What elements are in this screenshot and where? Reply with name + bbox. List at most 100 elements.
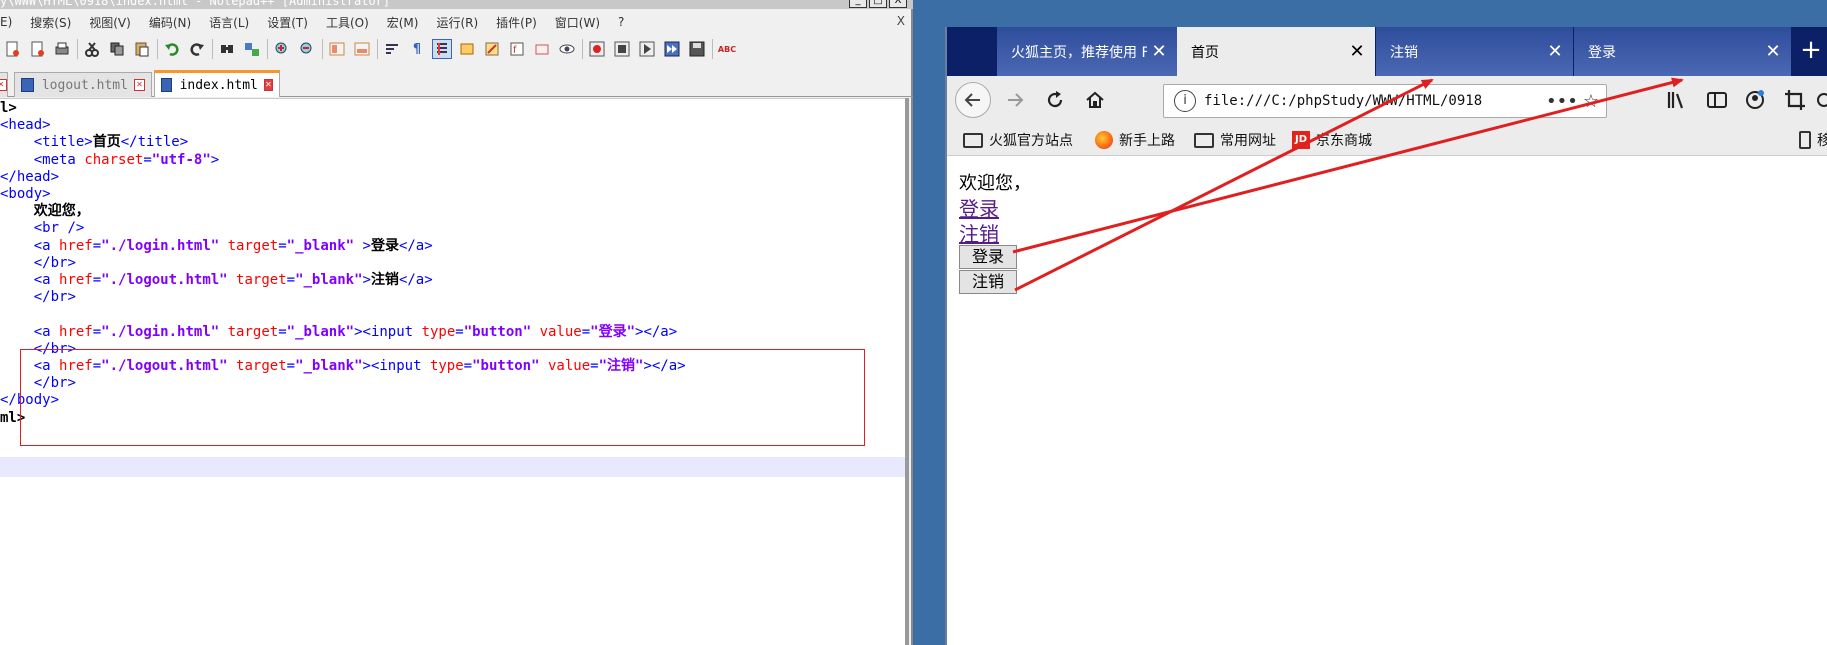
bookmark-label: 京东商城 <box>1316 133 1372 149</box>
toolbar-separator <box>267 39 268 59</box>
url-bar[interactable]: i file:///C:/phpStudy/WWW/HTML/0918 ••• … <box>1163 84 1607 118</box>
page-actions-button[interactable]: ••• <box>1546 91 1578 112</box>
bookmark-getting-started[interactable]: 新手上路 <box>1095 130 1175 150</box>
code-line: <a href="./login.html" target="_blank"><… <box>33 323 678 340</box>
menu-window[interactable]: 窗口(W) <box>555 14 600 31</box>
tab-label: 登录 <box>1588 44 1616 61</box>
open-file-icon[interactable] <box>27 39 47 59</box>
paste-icon[interactable] <box>132 39 152 59</box>
user-lang-icon[interactable] <box>457 39 477 59</box>
screenshot-crop-icon[interactable] <box>1781 86 1809 114</box>
tab-index-html[interactable]: index.html ✕ <box>154 70 280 97</box>
back-arrow-icon <box>964 93 980 107</box>
svg-text:f: f <box>513 45 517 56</box>
print-icon[interactable] <box>52 39 72 59</box>
spell-check-icon[interactable]: ABC <box>717 39 737 59</box>
tab-logout[interactable]: 注销 ✕ <box>1376 27 1573 76</box>
monitoring-eye-icon[interactable] <box>557 39 577 59</box>
file-icon <box>161 78 172 92</box>
zoom-in-icon[interactable] <box>272 39 292 59</box>
bookmark-label: 移 <box>1817 133 1827 149</box>
menu-language[interactable]: 语言(L) <box>209 14 249 31</box>
close-window-button[interactable]: X <box>889 0 907 8</box>
current-line-highlight <box>0 457 909 477</box>
menu-search[interactable]: 搜索(S) <box>30 14 71 31</box>
record-macro-icon[interactable] <box>587 39 607 59</box>
undo-icon[interactable] <box>162 39 182 59</box>
back-button[interactable] <box>955 82 991 118</box>
tab-login[interactable]: 登录 ✕ <box>1574 27 1791 76</box>
menu-settings[interactable]: 设置(T) <box>267 14 308 31</box>
menu-view[interactable]: 视图(V) <box>89 14 131 31</box>
sidebar-icon[interactable] <box>1703 86 1731 114</box>
run-macro-multiple-icon[interactable] <box>662 39 682 59</box>
reload-button[interactable] <box>1037 82 1073 118</box>
new-tab-button[interactable]: + <box>1791 27 1827 76</box>
extension-icon[interactable] <box>1813 86 1827 114</box>
toolbar-separator <box>582 39 583 59</box>
url-text[interactable]: file:///C:/phpStudy/WWW/HTML/0918 <box>1204 93 1546 109</box>
doc-map-icon[interactable] <box>482 39 502 59</box>
maximize-button[interactable]: □ <box>869 0 887 8</box>
stop-macro-icon[interactable] <box>612 39 632 59</box>
tab-close-icon[interactable]: ✕ <box>263 79 273 91</box>
word-wrap-icon[interactable] <box>382 39 402 59</box>
menu-encoding[interactable]: 编码(N) <box>149 14 191 31</box>
tab-close-icon[interactable]: ✕ <box>1543 41 1567 62</box>
code-editor[interactable]: l> <head> <title>首页</title> <meta charset… <box>0 98 909 645</box>
bookmark-firefox-official[interactable]: 火狐官方站点 <box>963 130 1073 150</box>
find-icon[interactable] <box>217 39 237 59</box>
tab-logout-html[interactable]: logout.html ✕ <box>14 72 152 97</box>
minimize-button[interactable]: _ <box>849 0 867 8</box>
zoom-out-icon[interactable] <box>297 39 317 59</box>
tab-index[interactable]: 首页 ✕ <box>1177 27 1375 76</box>
tab-close-icon[interactable]: ✕ <box>133 79 145 91</box>
browser-tab-strip: 火狐主页，推荐使用 F ✕ 首页 ✕ 注销 ✕ 登录 ✕ + <box>947 27 1827 76</box>
forward-button[interactable] <box>997 82 1033 118</box>
tab-close-icon[interactable]: ✕ <box>0 79 7 91</box>
info-icon[interactable]: i <box>1174 90 1196 112</box>
editor-scrollbar[interactable] <box>905 98 909 645</box>
tab-label: 火狐主页，推荐使用 F <box>1011 44 1147 61</box>
logout-link[interactable]: 注销 <box>959 218 999 247</box>
firefox-window: 火狐主页，推荐使用 F ✕ 首页 ✕ 注销 ✕ 登录 ✕ + i file://… <box>945 27 1827 645</box>
tab-hidden-left[interactable]: ✕ <box>0 72 8 97</box>
bookmark-jd-mall[interactable]: JD 京东商城 <box>1292 130 1372 150</box>
login-button[interactable]: 登录 <box>959 245 1017 269</box>
show-all-chars-icon[interactable]: ¶ <box>407 39 427 59</box>
code-line: <title>首页</title> <box>33 134 189 151</box>
bookmark-star-icon[interactable]: ☆ <box>1576 91 1606 112</box>
tab-firefox-home[interactable]: 火狐主页，推荐使用 F ✕ <box>997 27 1177 76</box>
new-file-icon[interactable] <box>2 39 22 59</box>
account-icon[interactable] <box>1741 86 1769 114</box>
logout-button[interactable]: 注销 <box>959 270 1017 294</box>
mobile-device-icon <box>1799 131 1811 149</box>
tab-close-icon[interactable]: ✕ <box>1761 41 1785 62</box>
bookmark-common-sites[interactable]: 常用网址 <box>1194 130 1276 150</box>
folder-workspace-icon[interactable] <box>532 39 552 59</box>
jd-logo-icon: JD <box>1292 131 1310 149</box>
menu-plugins[interactable]: 插件(P) <box>496 14 537 31</box>
bookmark-mobile[interactable]: 移 <box>1799 130 1827 150</box>
sync-horizontal-icon[interactable] <box>352 39 372 59</box>
close-document-button[interactable]: X <box>897 14 905 28</box>
save-macro-icon[interactable] <box>687 39 707 59</box>
menu-help[interactable]: ? <box>618 15 624 29</box>
menu-edit[interactable]: E) <box>0 15 12 29</box>
tab-close-icon[interactable]: ✕ <box>1345 41 1369 62</box>
tab-close-icon[interactable]: ✕ <box>1147 41 1171 62</box>
redo-icon[interactable] <box>187 39 207 59</box>
library-icon[interactable] <box>1663 86 1691 114</box>
indent-guide-icon[interactable] <box>432 39 452 59</box>
replace-icon[interactable] <box>242 39 262 59</box>
sync-vertical-icon[interactable] <box>327 39 347 59</box>
home-button[interactable] <box>1077 82 1113 118</box>
copy-icon[interactable] <box>107 39 127 59</box>
cut-icon[interactable] <box>82 39 102 59</box>
function-list-icon[interactable]: f <box>507 39 527 59</box>
play-macro-icon[interactable] <box>637 39 657 59</box>
menu-run[interactable]: 运行(R) <box>436 14 478 31</box>
tab-label: index.html <box>179 77 258 93</box>
menu-tools[interactable]: 工具(O) <box>326 14 369 31</box>
menu-macro[interactable]: 宏(M) <box>387 14 419 31</box>
